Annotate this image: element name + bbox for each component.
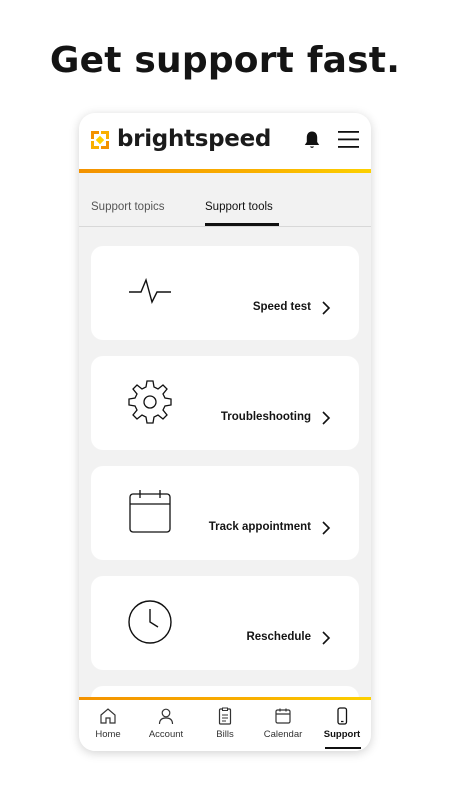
nav-account[interactable]: Account (137, 707, 195, 740)
hamburger-menu-icon[interactable] (338, 130, 359, 149)
chevron-right-icon (322, 631, 331, 645)
tab-support-tools[interactable]: Support tools (205, 201, 273, 213)
gear-icon (128, 380, 172, 424)
pulse-icon (129, 277, 171, 304)
bottom-navigation: Home Account Bills Calendar Support (79, 697, 371, 751)
troubleshooting-card[interactable]: Troubleshooting (91, 356, 359, 450)
reschedule-label: Reschedule (246, 631, 311, 643)
app-header: brightspeed (79, 113, 371, 169)
support-tabs: Support topics Support tools (79, 173, 371, 227)
track-appointment-card[interactable]: Track appointment (91, 466, 359, 560)
nav-home-label: Home (95, 729, 121, 740)
active-tab-indicator (205, 223, 279, 226)
brightspeed-logo-icon (91, 131, 109, 149)
reschedule-card[interactable]: Reschedule (91, 576, 359, 670)
home-icon (100, 708, 116, 724)
nav-bills-label: Bills (216, 729, 234, 740)
nav-account-label: Account (148, 729, 184, 740)
notifications-bell-icon[interactable] (303, 130, 321, 150)
headline: Get support fast. (49, 40, 401, 81)
nav-calendar-label: Calendar (263, 729, 303, 740)
phone-icon (337, 707, 348, 725)
speed-test-card[interactable]: Speed test (91, 246, 359, 340)
chevron-right-icon (322, 301, 331, 315)
speed-test-label: Speed test (252, 301, 311, 313)
nav-home[interactable]: Home (79, 707, 137, 740)
troubleshooting-label: Troubleshooting (220, 411, 311, 423)
bill-icon (218, 707, 232, 725)
bottom-accent-stripe (79, 697, 371, 700)
nav-calendar[interactable]: Calendar (254, 707, 312, 740)
calendar-icon (275, 708, 291, 724)
tab-support-topics[interactable]: Support topics (91, 201, 165, 213)
track-appointment-label: Track appointment (208, 521, 311, 533)
clock-icon (128, 600, 172, 644)
calendar-icon (129, 490, 171, 533)
brand-name: brightspeed (117, 126, 272, 152)
person-icon (158, 708, 174, 725)
nav-support[interactable]: Support (313, 707, 371, 740)
nav-bills[interactable]: Bills (196, 707, 254, 740)
nav-support-label: Support (323, 729, 361, 740)
nav-active-indicator (325, 747, 361, 749)
chevron-right-icon (322, 411, 331, 425)
phone-frame: brightspeed Support topics Support tools… (79, 113, 371, 751)
chevron-right-icon (322, 521, 331, 535)
